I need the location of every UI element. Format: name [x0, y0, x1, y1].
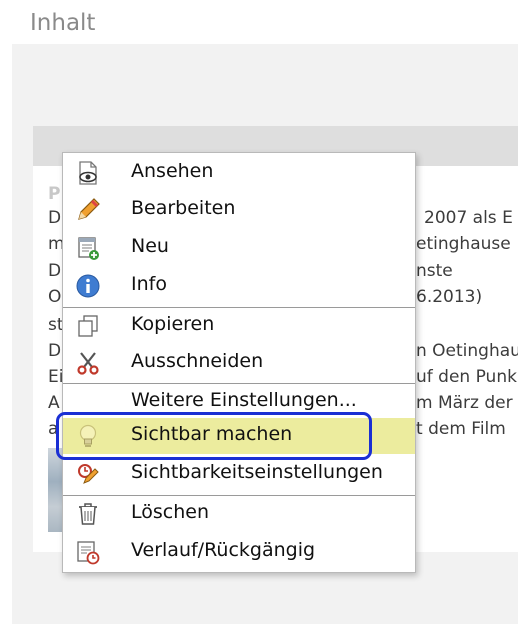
menu-item-label: Weitere Einstellungen...	[131, 389, 357, 411]
visibility-settings-icon	[78, 464, 99, 484]
left-strip	[0, 44, 12, 624]
content-text-fragment: m März der	[416, 393, 513, 413]
menu-item-ansehen[interactable]: Ansehen	[63, 155, 415, 191]
page-header: Inhalt	[0, 0, 518, 44]
pencil-icon	[78, 198, 100, 220]
menu-item-neu[interactable]: Neu	[63, 230, 415, 266]
scissors-icon	[77, 352, 99, 375]
copy-icon	[78, 315, 98, 337]
highlight-focus-ring	[56, 412, 372, 460]
content-text-fragment: 6.2013)	[416, 287, 483, 307]
menu-item-label: Neu	[131, 235, 169, 257]
content-text-fragment: t dem Film	[416, 419, 506, 439]
content-text-fragment: 2007 als E	[424, 208, 513, 228]
history-icon	[77, 541, 100, 565]
content-text-fragment: uf den Punk	[416, 367, 517, 387]
info-icon	[76, 274, 100, 298]
menu-item-verlauf[interactable]: Verlauf/Rückgängig	[63, 534, 415, 570]
menu-item-label: Verlauf/Rückgängig	[131, 539, 316, 561]
new-page-icon	[78, 237, 99, 260]
menu-item-loeschen[interactable]: Löschen	[63, 496, 415, 532]
menu-item-kopieren[interactable]: Kopieren	[63, 308, 415, 344]
context-menu: Ansehen Bearbeiten Neu Info Kopieren Aus…	[62, 152, 416, 573]
menu-item-sichtbarkeitseinstellungen[interactable]: Sichtbarkeitseinstellungen	[63, 456, 415, 492]
menu-item-info[interactable]: Info	[63, 268, 415, 304]
content-text-fragment: O	[48, 287, 62, 307]
content-text-fragment: D	[48, 208, 62, 228]
content-text-fragment: etinghause	[416, 234, 511, 254]
trash-icon	[79, 503, 97, 525]
menu-item-label: Löschen	[131, 501, 209, 523]
menu-item-label: Kopieren	[131, 313, 215, 335]
menu-item-label: Info	[131, 273, 167, 295]
view-icon	[79, 161, 97, 185]
menu-item-label: Ausschneiden	[131, 350, 264, 372]
menu-item-bearbeiten[interactable]: Bearbeiten	[63, 192, 415, 228]
page-title: Inhalt	[30, 10, 96, 36]
menu-item-label: Bearbeiten	[131, 197, 236, 219]
menu-item-ausschneiden[interactable]: Ausschneiden	[63, 345, 415, 381]
content-text-fragment: A	[48, 393, 60, 413]
content-text-fragment: D	[48, 261, 62, 281]
content-text-fragment: D	[48, 341, 62, 361]
menu-item-label: Sichtbarkeitseinstellungen	[131, 461, 383, 483]
content-text-fragment: n Oetinghau	[416, 341, 518, 361]
menu-item-label: Ansehen	[131, 160, 214, 182]
content-heading-fragment: P	[48, 184, 61, 204]
content-text-fragment: nste	[416, 261, 453, 281]
